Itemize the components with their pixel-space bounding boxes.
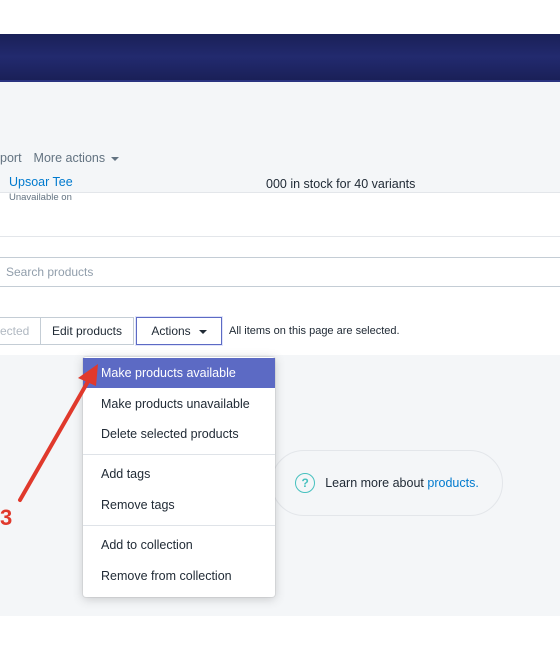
learn-more-text: Learn more about products. [325,476,479,490]
menu-item-delete-selected[interactable]: Delete selected products [83,419,275,449]
menu-divider [83,454,275,455]
page-header-actions: port More actions [0,148,120,168]
menu-item-remove-from-collection[interactable]: Remove from collection [83,561,275,591]
actions-dropdown-menu: Make products available Make products un… [83,357,275,597]
menu-divider [83,525,275,526]
caret-down-icon [111,156,120,161]
edit-products-label: Edit products [51,324,123,338]
top-navigation-bar [0,34,560,82]
products-help-link[interactable]: products. [427,476,478,490]
more-actions-button[interactable]: More actions [34,151,120,165]
actions-dropdown-button[interactable]: Actions [136,317,222,345]
menu-item-make-available[interactable]: Make products available [83,358,275,388]
all-selected-note: All items on this page are selected. [229,325,400,337]
menu-item-make-unavailable[interactable]: Make products unavailable [83,389,275,419]
selected-count-label: ected [0,324,30,338]
menu-item-add-to-collection[interactable]: Add to collection [83,530,275,560]
selected-count-checkbox[interactable]: ected [0,317,40,345]
product-status: Unavailable on [9,192,72,203]
tabs-row [0,193,560,237]
step-number-annotation: 3 [0,505,13,530]
caret-down-icon [198,329,207,334]
search-placeholder: Search products [6,265,94,279]
top-margin [0,0,560,34]
import-button[interactable]: port [0,151,22,165]
search-input[interactable]: Search products [0,257,560,287]
help-question-icon: ? [295,473,316,493]
bulk-actions-bar: ected Edit products Actions All items on… [0,317,560,345]
learn-more-callout: ? Learn more about products. [271,450,503,516]
edit-products-button[interactable]: Edit products [40,317,134,345]
menu-item-add-tags[interactable]: Add tags [83,459,275,489]
product-inventory: 000 in stock for 40 variants [266,177,416,191]
actions-label: Actions [151,324,191,338]
learn-more-label: Learn more about [325,476,424,490]
more-actions-label: More actions [33,151,106,165]
menu-item-remove-tags[interactable]: Remove tags [83,490,275,520]
product-name-link[interactable]: Upsoar Tee [9,175,73,189]
